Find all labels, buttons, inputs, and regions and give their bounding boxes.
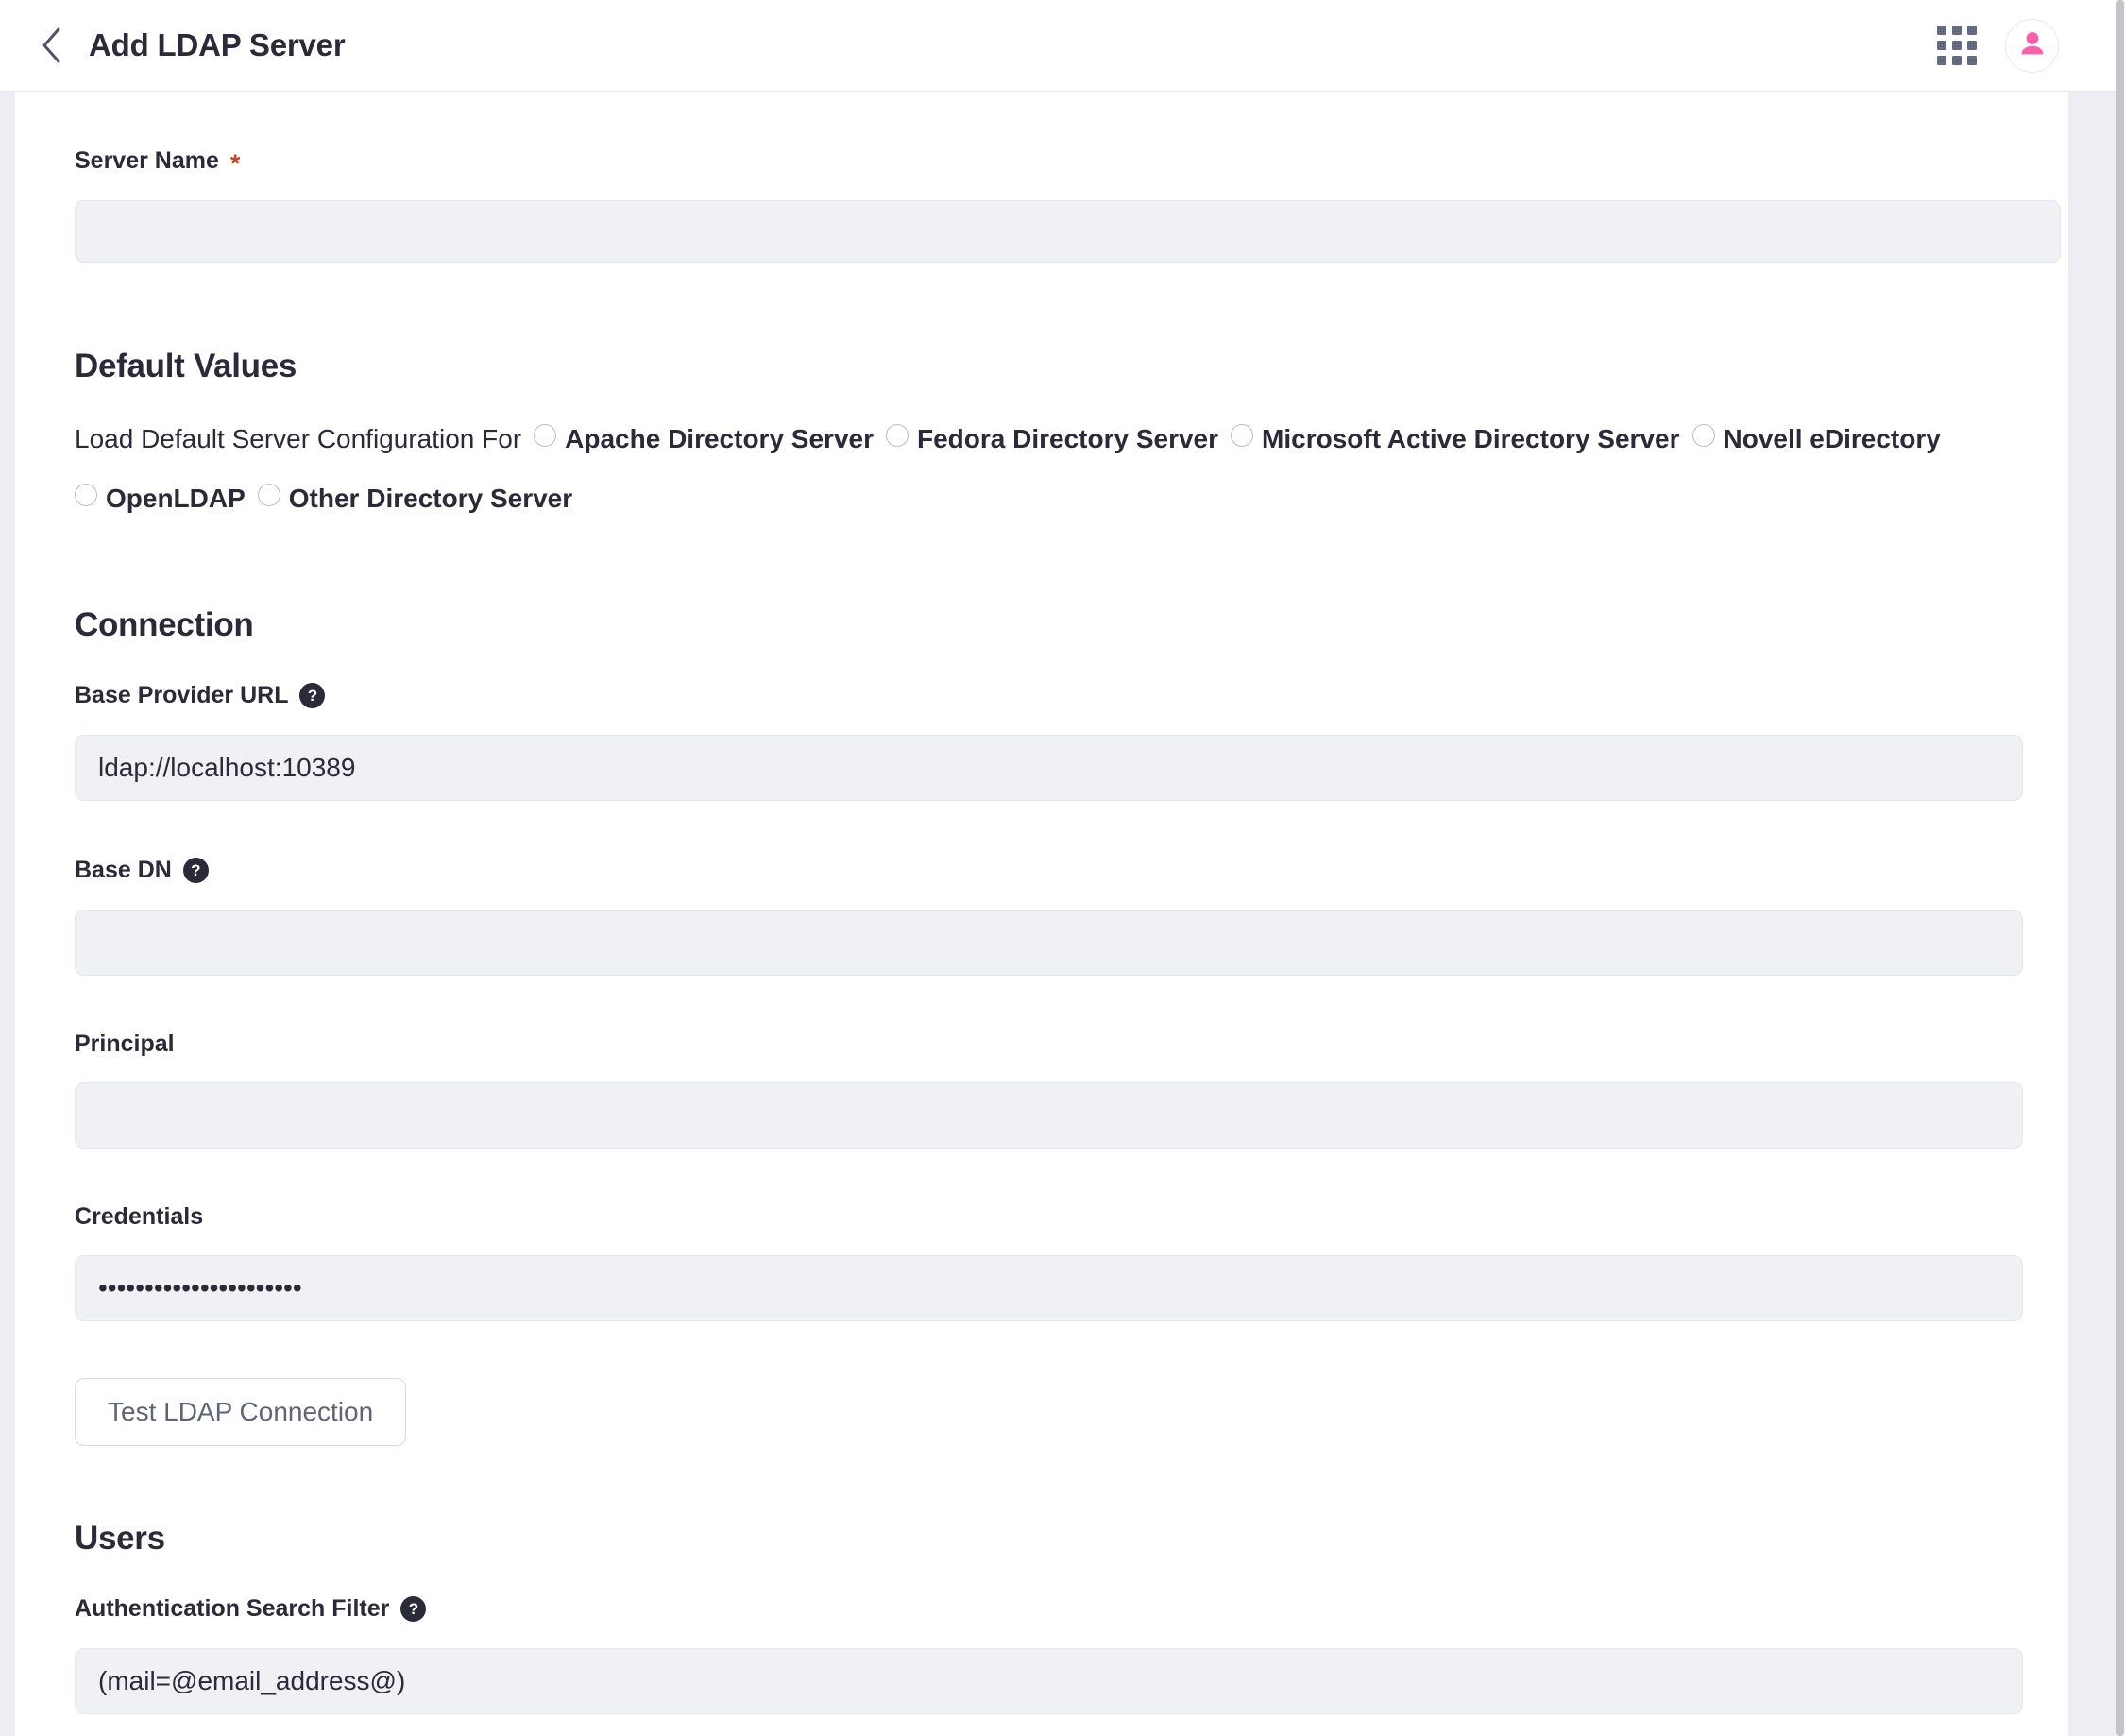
- left-gutter: [0, 92, 15, 1736]
- radio-option-novell-edirectory[interactable]: Novell eDirectory: [1680, 424, 1941, 453]
- authentication-search-filter-input[interactable]: [75, 1648, 2023, 1714]
- help-circle-icon[interactable]: ?: [400, 1596, 427, 1622]
- radio-circle-icon[interactable]: [75, 484, 97, 506]
- header-actions: [1937, 18, 2059, 73]
- base-provider-url-label: Base Provider URL ?: [75, 683, 2023, 708]
- credentials-field-group: Credentials: [75, 1205, 2023, 1321]
- radio-option-openldap[interactable]: OpenLDAP: [75, 484, 246, 513]
- base-provider-url-input[interactable]: [75, 735, 2023, 801]
- avatar[interactable]: [2005, 18, 2059, 73]
- principal-label: Principal: [75, 1030, 175, 1057]
- page-header: Add LDAP Server: [0, 0, 2116, 92]
- authentication-search-filter-label: Authentication Search Filter ?: [75, 1596, 2023, 1622]
- credentials-label: Credentials: [75, 1203, 204, 1230]
- connection-section: Connection Base Provider URL ? Base DN: [75, 608, 2023, 1446]
- default-values-heading: Default Values: [75, 348, 298, 384]
- server-name-input[interactable]: [75, 200, 2061, 263]
- radio-circle-icon[interactable]: [257, 484, 280, 506]
- page-scrollbar-thumb[interactable]: [2116, 0, 2124, 1736]
- help-circle-icon[interactable]: ?: [299, 683, 326, 708]
- form-content: Server Name * Default Values Load Defaul…: [15, 92, 2068, 1736]
- radio-option-other-directory-server[interactable]: Other Directory Server: [246, 484, 572, 513]
- radio-circle-icon[interactable]: [1231, 424, 1254, 447]
- apps-grid-icon[interactable]: [1937, 26, 1977, 65]
- ldap-server-page: Add LDAP Server Server Name * Default Va…: [0, 0, 2125, 1736]
- credentials-input[interactable]: [75, 1255, 2023, 1321]
- base-dn-field-group: Base DN ?: [75, 858, 2023, 976]
- chevron-left-icon: [41, 26, 63, 64]
- user-avatar-icon: [2016, 27, 2048, 64]
- server-name-field-group: Server Name *: [75, 147, 2061, 263]
- help-circle-icon[interactable]: ?: [182, 858, 209, 883]
- default-config-radio-group: Load Default Server Configuration For Apa…: [75, 414, 2023, 533]
- required-asterisk: *: [230, 149, 241, 178]
- radio-option-microsoft-active-directory-server[interactable]: Microsoft Active Directory Server: [1218, 424, 1680, 453]
- principal-field-group: Principal: [75, 1032, 2023, 1149]
- radio-option-fedora-directory-server[interactable]: Fedora Directory Server: [874, 424, 1218, 453]
- users-heading: Users: [75, 1520, 165, 1557]
- base-dn-label: Base DN ?: [75, 858, 2023, 883]
- server-name-label: Server Name *: [75, 147, 241, 178]
- default-config-lead-text: Load Default Server Configuration For: [75, 424, 522, 453]
- back-button[interactable]: [32, 26, 72, 65]
- right-gutter: [2068, 92, 2108, 1736]
- authentication-search-filter-field-group: Authentication Search Filter ?: [75, 1596, 2023, 1714]
- radio-circle-icon[interactable]: [885, 424, 909, 447]
- connection-heading: Connection: [75, 606, 254, 643]
- radio-option-apache-directory-server[interactable]: Apache Directory Server: [521, 424, 874, 453]
- default-values-section: Default Values Load Default Server Confi…: [75, 349, 2023, 533]
- principal-input[interactable]: [75, 1082, 2023, 1149]
- base-dn-input[interactable]: [75, 910, 2023, 976]
- base-provider-url-field-group: Base Provider URL ?: [75, 683, 2023, 801]
- users-section: Users Authentication Search Filter ?: [75, 1522, 2023, 1714]
- radio-circle-icon[interactable]: [534, 424, 557, 447]
- test-ldap-connection-button[interactable]: Test LDAP Connection: [75, 1378, 407, 1446]
- radio-circle-icon[interactable]: [1692, 424, 1715, 447]
- page-title: Add LDAP Server: [89, 27, 346, 62]
